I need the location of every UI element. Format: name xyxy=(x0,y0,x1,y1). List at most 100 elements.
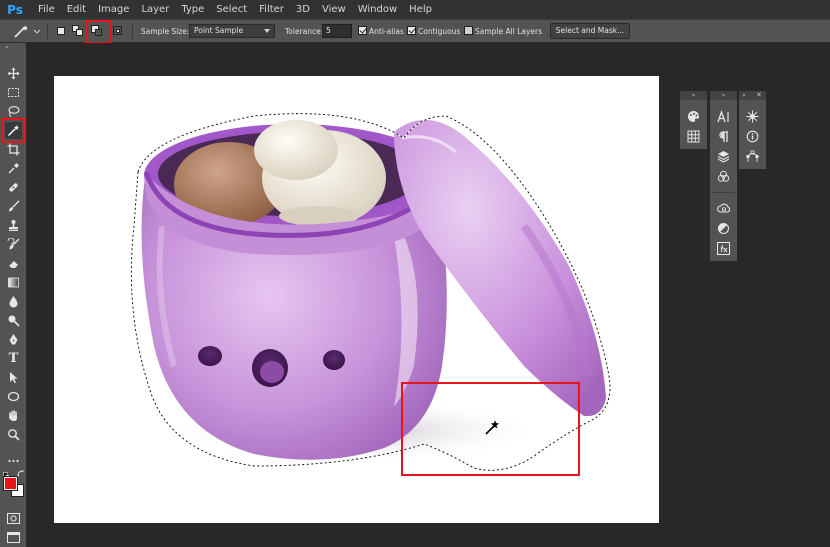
swap-colors-button[interactable] xyxy=(17,463,25,477)
marquee-tool[interactable] xyxy=(5,84,22,101)
dock-close-button[interactable]: ✕ xyxy=(756,91,764,100)
channels-panel-button[interactable] xyxy=(714,167,732,185)
adjustments-panel-button[interactable] xyxy=(714,219,732,237)
swap-arrows-icon xyxy=(17,470,24,477)
clone-stamp-tool[interactable] xyxy=(5,217,22,234)
document-canvas[interactable] xyxy=(54,76,659,523)
menu-3d[interactable]: 3D xyxy=(290,0,316,19)
character-icon xyxy=(716,109,729,122)
gradient-tool[interactable] xyxy=(5,274,22,291)
navigator-panel-button[interactable] xyxy=(743,107,761,125)
dodge-tool-icon xyxy=(8,315,20,327)
add-to-selection-button[interactable] xyxy=(72,25,84,37)
screen-mode-button[interactable] xyxy=(7,528,20,543)
color-panel-button[interactable] xyxy=(684,107,702,125)
panel-dock-middle: » xyxy=(710,91,737,261)
eyedropper-tool-icon xyxy=(8,163,19,174)
highlight-shadow-area xyxy=(401,382,580,476)
crop-tool-icon xyxy=(7,143,20,156)
marquee-tool-icon xyxy=(8,88,19,97)
navigator-icon xyxy=(746,110,758,122)
anti-alias-label: Anti-alias xyxy=(369,26,404,36)
menu-file[interactable]: File xyxy=(32,0,61,19)
adjustments-icon xyxy=(717,222,729,234)
type-tool[interactable]: T xyxy=(5,350,22,367)
options-separator xyxy=(47,23,48,39)
tool-preset-picker[interactable] xyxy=(12,23,42,40)
clone-stamp-icon xyxy=(9,220,18,231)
blur-tool-icon xyxy=(9,296,18,308)
eyedropper-tool[interactable] xyxy=(5,160,22,177)
ellipse-tool[interactable] xyxy=(5,388,22,405)
new-selection-button[interactable] xyxy=(55,25,67,37)
paths-icon xyxy=(746,150,758,162)
paragraph-panel-button[interactable] xyxy=(714,127,732,145)
eraser-tool[interactable] xyxy=(5,255,22,272)
styles-icon xyxy=(716,241,730,255)
path-selection-tool[interactable] xyxy=(5,369,22,386)
menu-type[interactable]: Type xyxy=(175,0,210,19)
libraries-panel-button[interactable] xyxy=(714,199,732,217)
document-tab-area xyxy=(27,43,830,51)
brush-tool-icon xyxy=(9,200,20,212)
options-bar: Sample Size: Point Sample Tolerance: 5 A… xyxy=(0,19,830,44)
healing-brush-tool[interactable] xyxy=(5,179,22,196)
anti-alias-checkbox[interactable] xyxy=(358,26,367,35)
move-tool[interactable] xyxy=(5,65,22,82)
ellipse-tool-icon xyxy=(7,391,20,402)
character-panel-button[interactable] xyxy=(714,107,732,125)
pen-tool-icon xyxy=(9,334,18,345)
panel-dock-right: » ✕ xyxy=(739,91,766,169)
brush-tool[interactable] xyxy=(5,198,22,215)
default-colors-button[interactable] xyxy=(3,464,10,479)
menu-view[interactable]: View xyxy=(316,0,352,19)
sample-size-select[interactable]: Point Sample xyxy=(189,24,275,38)
quick-mask-button[interactable] xyxy=(7,509,20,524)
menu-bar: Ps File Edit Image Layer Type Select Fil… xyxy=(0,0,830,19)
menu-image[interactable]: Image xyxy=(92,0,135,19)
dock-collapse-handle[interactable]: » xyxy=(710,91,737,100)
sample-size-label: Sample Size: xyxy=(141,26,190,36)
styles-panel-button[interactable] xyxy=(714,239,732,257)
menu-window[interactable]: Window xyxy=(352,0,403,19)
info-icon xyxy=(746,130,758,142)
history-brush-tool[interactable] xyxy=(5,236,22,253)
layers-panel-button[interactable] xyxy=(714,147,732,165)
hand-tool[interactable] xyxy=(5,407,22,424)
info-panel-button[interactable] xyxy=(743,127,761,145)
foreground-color-swatch[interactable] xyxy=(3,476,18,491)
dock-divider xyxy=(712,192,735,193)
menu-edit[interactable]: Edit xyxy=(61,0,92,19)
more-tools-button[interactable] xyxy=(7,449,20,463)
menu-layer[interactable]: Layer xyxy=(135,0,175,19)
layers-icon xyxy=(717,150,729,163)
zoom-tool[interactable] xyxy=(5,426,22,443)
contiguous-checkbox[interactable] xyxy=(407,26,416,35)
tools-panel: » T xyxy=(0,43,27,547)
type-tool-icon: T xyxy=(8,351,19,366)
sample-all-layers-checkbox[interactable] xyxy=(464,26,473,35)
blur-tool[interactable] xyxy=(5,293,22,310)
dodge-tool[interactable] xyxy=(5,312,22,329)
paths-panel-button[interactable] xyxy=(743,147,761,165)
color-icon xyxy=(687,110,699,122)
photoshop-logo: Ps xyxy=(7,2,23,17)
channels-icon xyxy=(717,170,729,182)
libraries-icon xyxy=(716,203,730,213)
select-and-mask-button[interactable]: Select and Mask... xyxy=(550,23,630,39)
highlight-subtract-mode xyxy=(85,20,111,44)
menu-select[interactable]: Select xyxy=(210,0,253,19)
crop-tool[interactable] xyxy=(5,141,22,158)
hand-tool-icon xyxy=(9,410,17,421)
dock-collapse-handle[interactable]: » xyxy=(680,91,707,100)
panel-dock-left: » xyxy=(680,91,707,149)
menu-help[interactable]: Help xyxy=(403,0,438,19)
move-tool-icon xyxy=(7,67,20,80)
tools-panel-collapse-handle[interactable]: » xyxy=(5,45,21,51)
swatches-panel-button[interactable] xyxy=(684,127,702,145)
pen-tool[interactable] xyxy=(5,331,22,348)
menu-filter[interactable]: Filter xyxy=(253,0,290,19)
tolerance-input[interactable]: 5 xyxy=(322,24,352,38)
healing-brush-icon xyxy=(9,183,18,192)
intersect-selection-button[interactable] xyxy=(112,25,124,37)
